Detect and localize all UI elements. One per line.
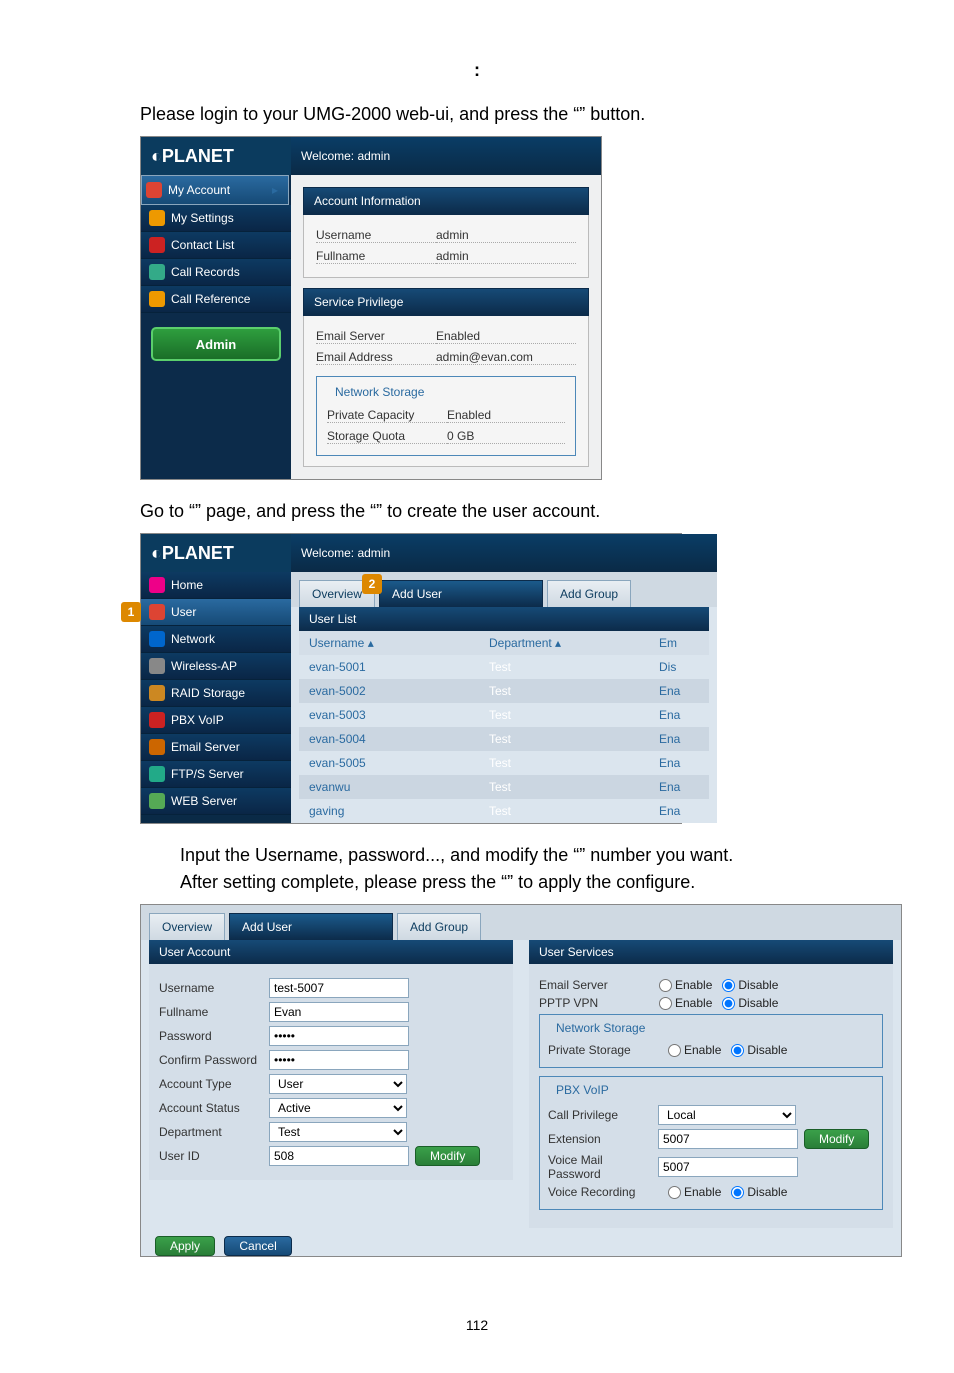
fullname-label: Fullname bbox=[316, 249, 436, 264]
callout-1: 1 bbox=[121, 602, 141, 622]
reference-icon bbox=[149, 291, 165, 307]
screenshot-1: ◐ PLANET Welcome: admin My Account▸ My S… bbox=[140, 136, 602, 480]
modify-userid-button[interactable]: Modify bbox=[415, 1146, 480, 1166]
table-row[interactable]: evan-5003TestEna bbox=[299, 703, 709, 727]
username-label: Username bbox=[316, 228, 436, 243]
confirm-password-input[interactable] bbox=[269, 1050, 409, 1070]
department-select[interactable]: Test bbox=[269, 1122, 407, 1142]
username-input[interactable] bbox=[269, 978, 409, 998]
account-icon bbox=[146, 182, 162, 198]
col-email[interactable]: Em bbox=[649, 631, 709, 655]
email-icon bbox=[149, 739, 165, 755]
sidebar-my-settings[interactable]: My Settings bbox=[141, 205, 291, 232]
brand-logo: ◐ PLANET bbox=[141, 137, 291, 175]
user-id-input[interactable] bbox=[269, 1146, 409, 1166]
admin-sidebar: Home 1User Network Wireless-AP RAID Stor… bbox=[141, 572, 291, 815]
tab-overview[interactable]: Overview bbox=[149, 913, 225, 940]
sidebar-email-server[interactable]: Email Server bbox=[141, 734, 291, 761]
sidebar-raid-storage[interactable]: RAID Storage bbox=[141, 680, 291, 707]
call-privilege-select[interactable]: Local bbox=[658, 1105, 796, 1125]
email-disable-radio[interactable] bbox=[722, 979, 735, 992]
pbx-icon bbox=[149, 712, 165, 728]
pbx-voip-legend: PBX VoIP bbox=[552, 1083, 613, 1097]
network-storage-legend: Network Storage bbox=[552, 1021, 649, 1035]
network-storage-legend: Network Storage bbox=[331, 385, 428, 399]
admin-button[interactable]: Admin bbox=[151, 327, 281, 361]
settings-icon bbox=[149, 210, 165, 226]
tab-add-group[interactable]: Add Group bbox=[547, 580, 631, 607]
user-sidebar: My Account▸ My Settings Contact List Cal… bbox=[141, 175, 291, 479]
service-privilege-header: Service Privilege bbox=[303, 288, 589, 316]
user-account-header: User Account bbox=[149, 940, 513, 964]
tab-add-group[interactable]: Add Group bbox=[397, 913, 481, 940]
col-username[interactable]: Username ▴ bbox=[299, 631, 479, 655]
fullname-value: admin bbox=[436, 249, 576, 264]
sidebar-pbx-voip[interactable]: PBX VoIP bbox=[141, 707, 291, 734]
brand-logo: ◐PLANET bbox=[141, 534, 291, 572]
screenshot-3: Overview Add User Add Group User Account… bbox=[140, 904, 902, 1257]
chevron-right-icon: ▸ bbox=[272, 183, 284, 197]
step-heading: : bbox=[80, 60, 874, 81]
tab-add-user[interactable]: 2Add User bbox=[379, 580, 543, 607]
privstorage-disable-radio[interactable] bbox=[731, 1044, 744, 1057]
wireless-icon bbox=[149, 658, 165, 674]
sidebar-network[interactable]: Network bbox=[141, 626, 291, 653]
instruction-1: Please login to your UMG-2000 web-ui, an… bbox=[140, 101, 874, 128]
sidebar-home[interactable]: Home bbox=[141, 572, 291, 599]
planet-icon: ◐ bbox=[151, 146, 162, 167]
user-services-header: User Services bbox=[529, 940, 893, 964]
welcome-bar: Welcome: admin bbox=[291, 534, 717, 572]
table-row[interactable]: evan-5005TestEna bbox=[299, 751, 709, 775]
sidebar-contact-list[interactable]: Contact List bbox=[141, 232, 291, 259]
voicerec-disable-radio[interactable] bbox=[731, 1186, 744, 1199]
fullname-input[interactable] bbox=[269, 1002, 409, 1022]
table-row[interactable]: evan-5004TestEna bbox=[299, 727, 709, 751]
modify-extension-button[interactable]: Modify bbox=[804, 1129, 869, 1149]
screenshot-2: ◐PLANET Home 1User Network Wireless-AP R… bbox=[140, 533, 682, 824]
contacts-icon bbox=[149, 237, 165, 253]
user-list-table: Username ▴ Department ▴ Em evan-5001Test… bbox=[299, 631, 709, 823]
user-list-header: User List bbox=[299, 607, 709, 631]
voicemail-password-input[interactable] bbox=[658, 1157, 798, 1177]
records-icon bbox=[149, 264, 165, 280]
table-row[interactable]: evanwuTestEna bbox=[299, 775, 709, 799]
voicerec-enable-radio[interactable] bbox=[668, 1186, 681, 1199]
apply-button[interactable]: Apply bbox=[155, 1236, 215, 1256]
ftp-icon bbox=[149, 766, 165, 782]
table-row[interactable]: evan-5002TestEna bbox=[299, 679, 709, 703]
col-department[interactable]: Department ▴ bbox=[479, 631, 649, 655]
user-icon bbox=[149, 604, 165, 620]
sidebar-my-account[interactable]: My Account▸ bbox=[141, 175, 289, 205]
sidebar-user[interactable]: 1User bbox=[141, 599, 291, 626]
email-enable-radio[interactable] bbox=[659, 979, 672, 992]
page-number: 112 bbox=[80, 1317, 874, 1333]
table-row[interactable]: gavingTestEna bbox=[299, 799, 709, 823]
instruction-3: Input the Username, password..., and mod… bbox=[180, 842, 874, 896]
sidebar-call-records[interactable]: Call Records bbox=[141, 259, 291, 286]
privstorage-enable-radio[interactable] bbox=[668, 1044, 681, 1057]
sidebar-call-reference[interactable]: Call Reference bbox=[141, 286, 291, 313]
table-row[interactable]: evan-5001TestDis bbox=[299, 655, 709, 679]
cancel-button[interactable]: Cancel bbox=[224, 1236, 291, 1256]
callout-2: 2 bbox=[362, 574, 382, 594]
welcome-bar: Welcome: admin bbox=[291, 137, 601, 175]
tab-add-user[interactable]: Add User bbox=[229, 913, 393, 940]
password-input[interactable] bbox=[269, 1026, 409, 1046]
instruction-2: Go to “” page, and press the “” to creat… bbox=[140, 498, 874, 525]
sidebar-web-server[interactable]: WEB Server bbox=[141, 788, 291, 815]
pptp-disable-radio[interactable] bbox=[722, 997, 735, 1010]
sidebar-wireless-ap[interactable]: Wireless-AP bbox=[141, 653, 291, 680]
extension-input[interactable] bbox=[658, 1129, 798, 1149]
sidebar-ftps-server[interactable]: FTP/S Server bbox=[141, 761, 291, 788]
web-icon bbox=[149, 793, 165, 809]
account-type-select[interactable]: User bbox=[269, 1074, 407, 1094]
network-icon bbox=[149, 631, 165, 647]
home-icon bbox=[149, 577, 165, 593]
pptp-enable-radio[interactable] bbox=[659, 997, 672, 1010]
account-info-header: Account Information bbox=[303, 187, 589, 215]
planet-icon: ◐ bbox=[151, 543, 162, 564]
username-value: admin bbox=[436, 228, 576, 243]
raid-icon bbox=[149, 685, 165, 701]
account-status-select[interactable]: Active bbox=[269, 1098, 407, 1118]
